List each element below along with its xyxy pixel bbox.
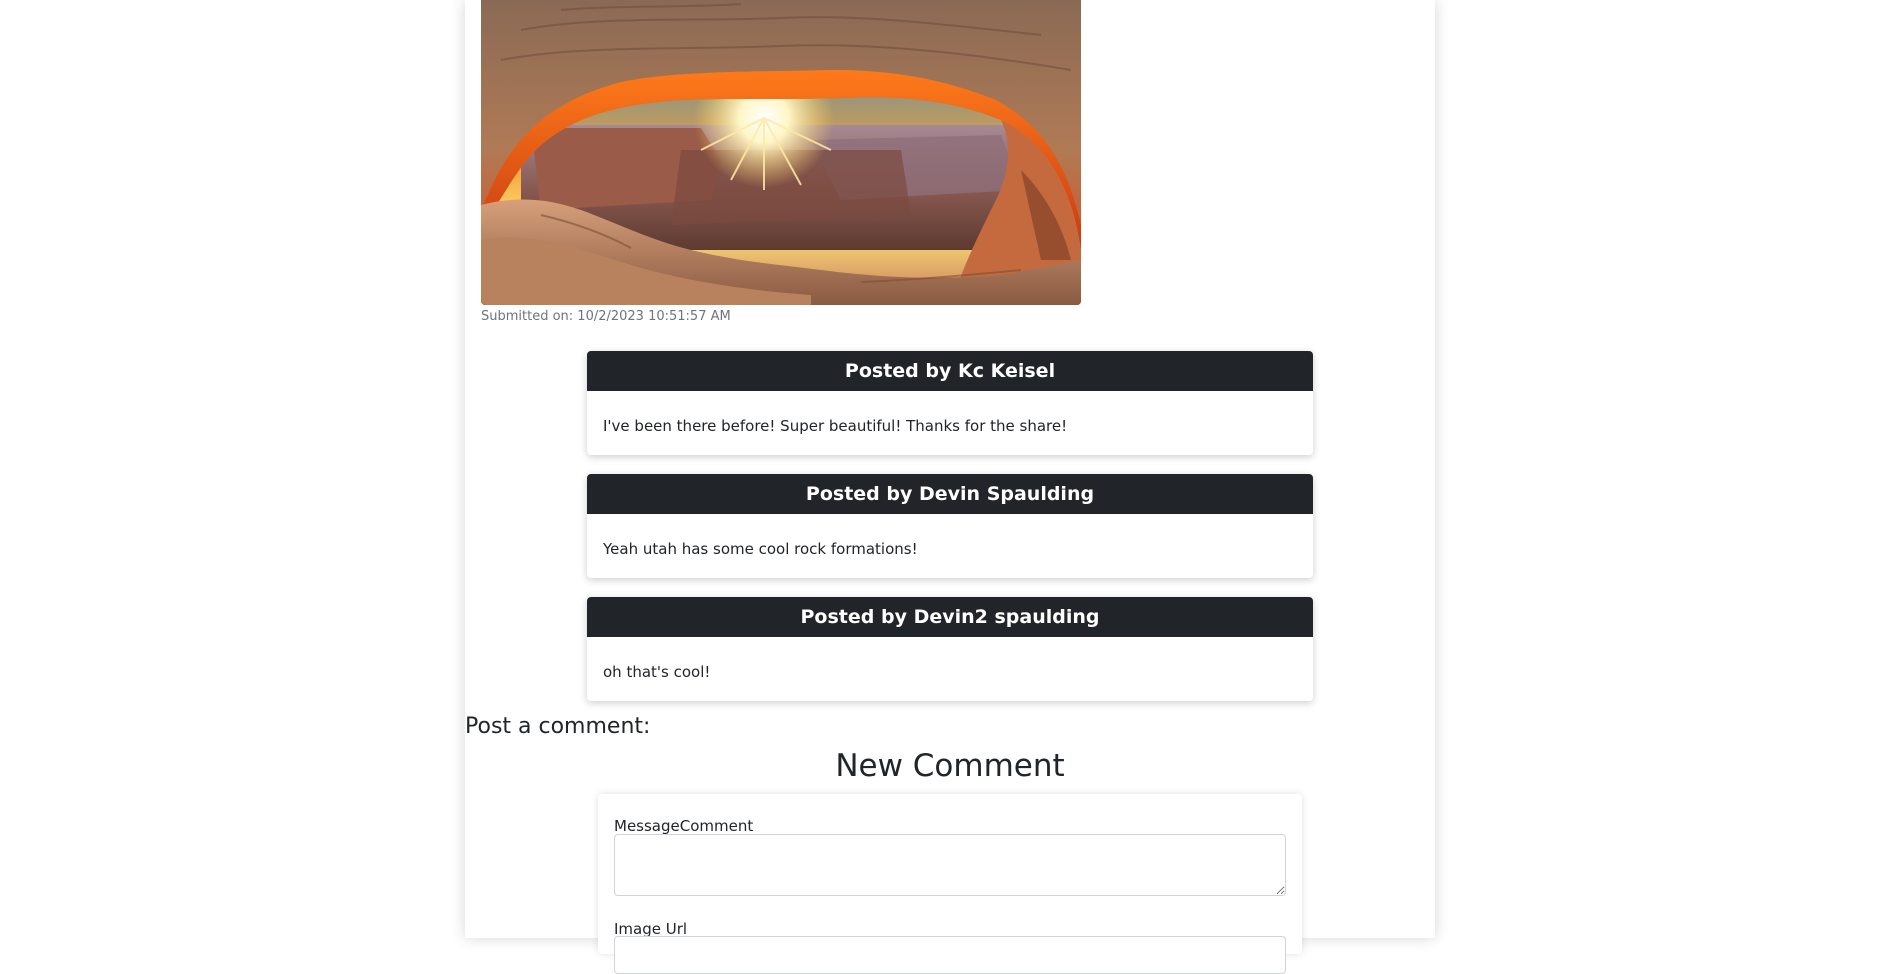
post-comment-heading: Post a comment: [465, 714, 651, 739]
comment-message: oh that's cool! [603, 663, 711, 681]
comment-message: I've been there before! Super beautiful!… [603, 417, 1068, 435]
new-comment-title: New Comment [835, 748, 1065, 784]
message-comment-textarea[interactable] [614, 834, 1286, 896]
comment-card: Posted by Devin Spaulding Yeah utah has … [587, 474, 1313, 578]
comment-card: Posted by Kc Keisel I've been there befo… [587, 351, 1313, 455]
new-comment-form: MessageComment Image Url [598, 794, 1302, 974]
comment-author-header: Posted by Devin Spaulding [587, 474, 1313, 514]
page-container: Submitted on: 10/2/2023 10:51:57 AM Post… [465, 0, 1435, 974]
submitted-date: Submitted on: 10/2/2023 10:51:57 AM [481, 309, 731, 324]
post-image [481, 0, 1081, 305]
image-url-input[interactable] [614, 936, 1286, 974]
comment-author-header: Posted by Kc Keisel [587, 351, 1313, 391]
comment-card: Posted by Devin2 spaulding oh that's coo… [587, 597, 1313, 701]
comment-message: Yeah utah has some cool rock formations! [603, 540, 918, 558]
comment-author-header: Posted by Devin2 spaulding [587, 597, 1313, 637]
message-comment-label: MessageComment [614, 817, 754, 835]
